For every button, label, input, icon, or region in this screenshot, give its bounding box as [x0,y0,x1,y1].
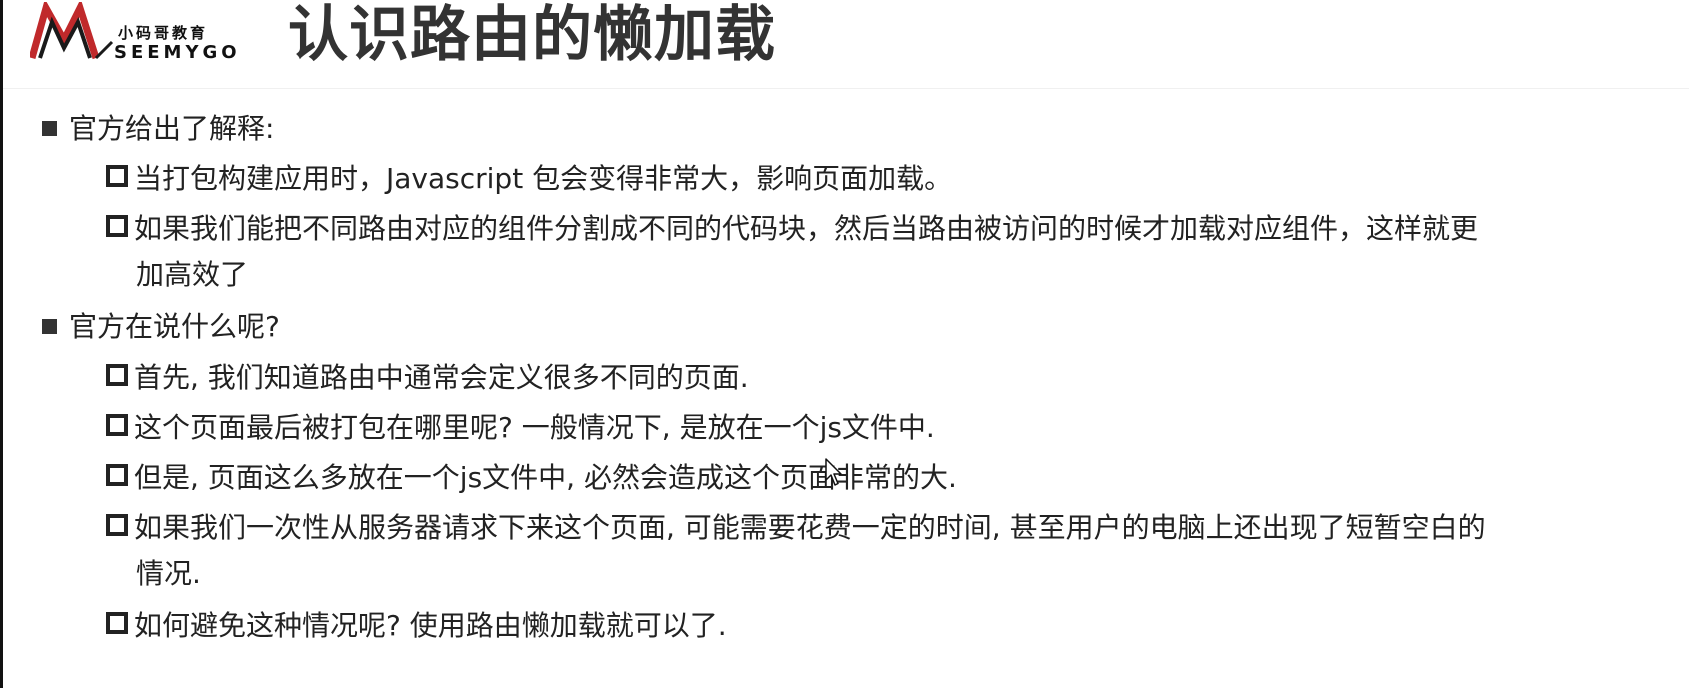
list-item: 如何避免这种情况呢? 使用路由懒加载就可以了. [106,607,1681,645]
hollow-square-bullet-icon [106,514,128,536]
section-heading: 官方在说什么呢? [42,308,280,346]
list-item: 当打包构建应用时，Javascript 包会变得非常大，影响页面加载。 [106,160,1681,198]
section-heading: 官方给出了解释: [42,110,274,148]
square-bullet-icon [42,121,57,136]
list-item-text: 当打包构建应用时，Javascript 包会变得非常大，影响页面加载。 [134,162,953,195]
hollow-square-bullet-icon [106,612,128,634]
list-item: 首先, 我们知道路由中通常会定义很多不同的页面. [106,359,1681,397]
list-item: 但是, 页面这么多放在一个js文件中, 必然会造成这个页面非常的大. [106,459,1681,497]
list-item-continuation: 情况. [136,557,201,590]
list-item-continuation: 加高效了 [136,258,249,291]
hollow-square-bullet-icon [106,215,128,237]
logo-en-text: SEEMYGO [114,42,241,63]
section-heading-text: 官方给出了解释: [69,112,275,145]
list-item: 这个页面最后被打包在哪里呢? 一般情况下, 是放在一个js文件中. [106,409,1681,447]
hollow-square-bullet-icon [106,464,128,486]
square-bullet-icon [42,319,57,334]
section-heading-text: 官方在说什么呢? [69,310,280,343]
list-item-text: 如何避免这种情况呢? 使用路由懒加载就可以了. [134,609,727,642]
list-item: 如果我们一次性从服务器请求下来这个页面, 可能需要花费一定的时间, 甚至用户的电… [106,509,1681,593]
logo-cn-text: 小码哥教育 [118,24,209,42]
window-left-edge [0,0,3,688]
hollow-square-bullet-icon [106,414,128,436]
page-title: 认识路由的懒加载 [288,0,776,70]
list-item-text: 如果我们一次性从服务器请求下来这个页面, 可能需要花费一定的时间, 甚至用户的电… [134,511,1486,544]
hollow-square-bullet-icon [106,364,128,386]
hollow-square-bullet-icon [106,165,128,187]
logo: 小码哥教育 SEEMYGO [30,2,250,64]
list-item-text: 首先, 我们知道路由中通常会定义很多不同的页面. [134,361,749,394]
list-item-text: 这个页面最后被打包在哪里呢? 一般情况下, 是放在一个js文件中. [134,411,935,444]
mouse-cursor-icon [825,458,842,486]
list-item: 如果我们能把不同路由对应的组件分割成不同的代码块，然后当路由被访问的时候才加载对… [106,210,1681,294]
header-divider [3,88,1689,89]
list-item-text: 如果我们能把不同路由对应的组件分割成不同的代码块，然后当路由被访问的时候才加载对… [134,212,1479,245]
logo-mark-icon [30,2,114,60]
